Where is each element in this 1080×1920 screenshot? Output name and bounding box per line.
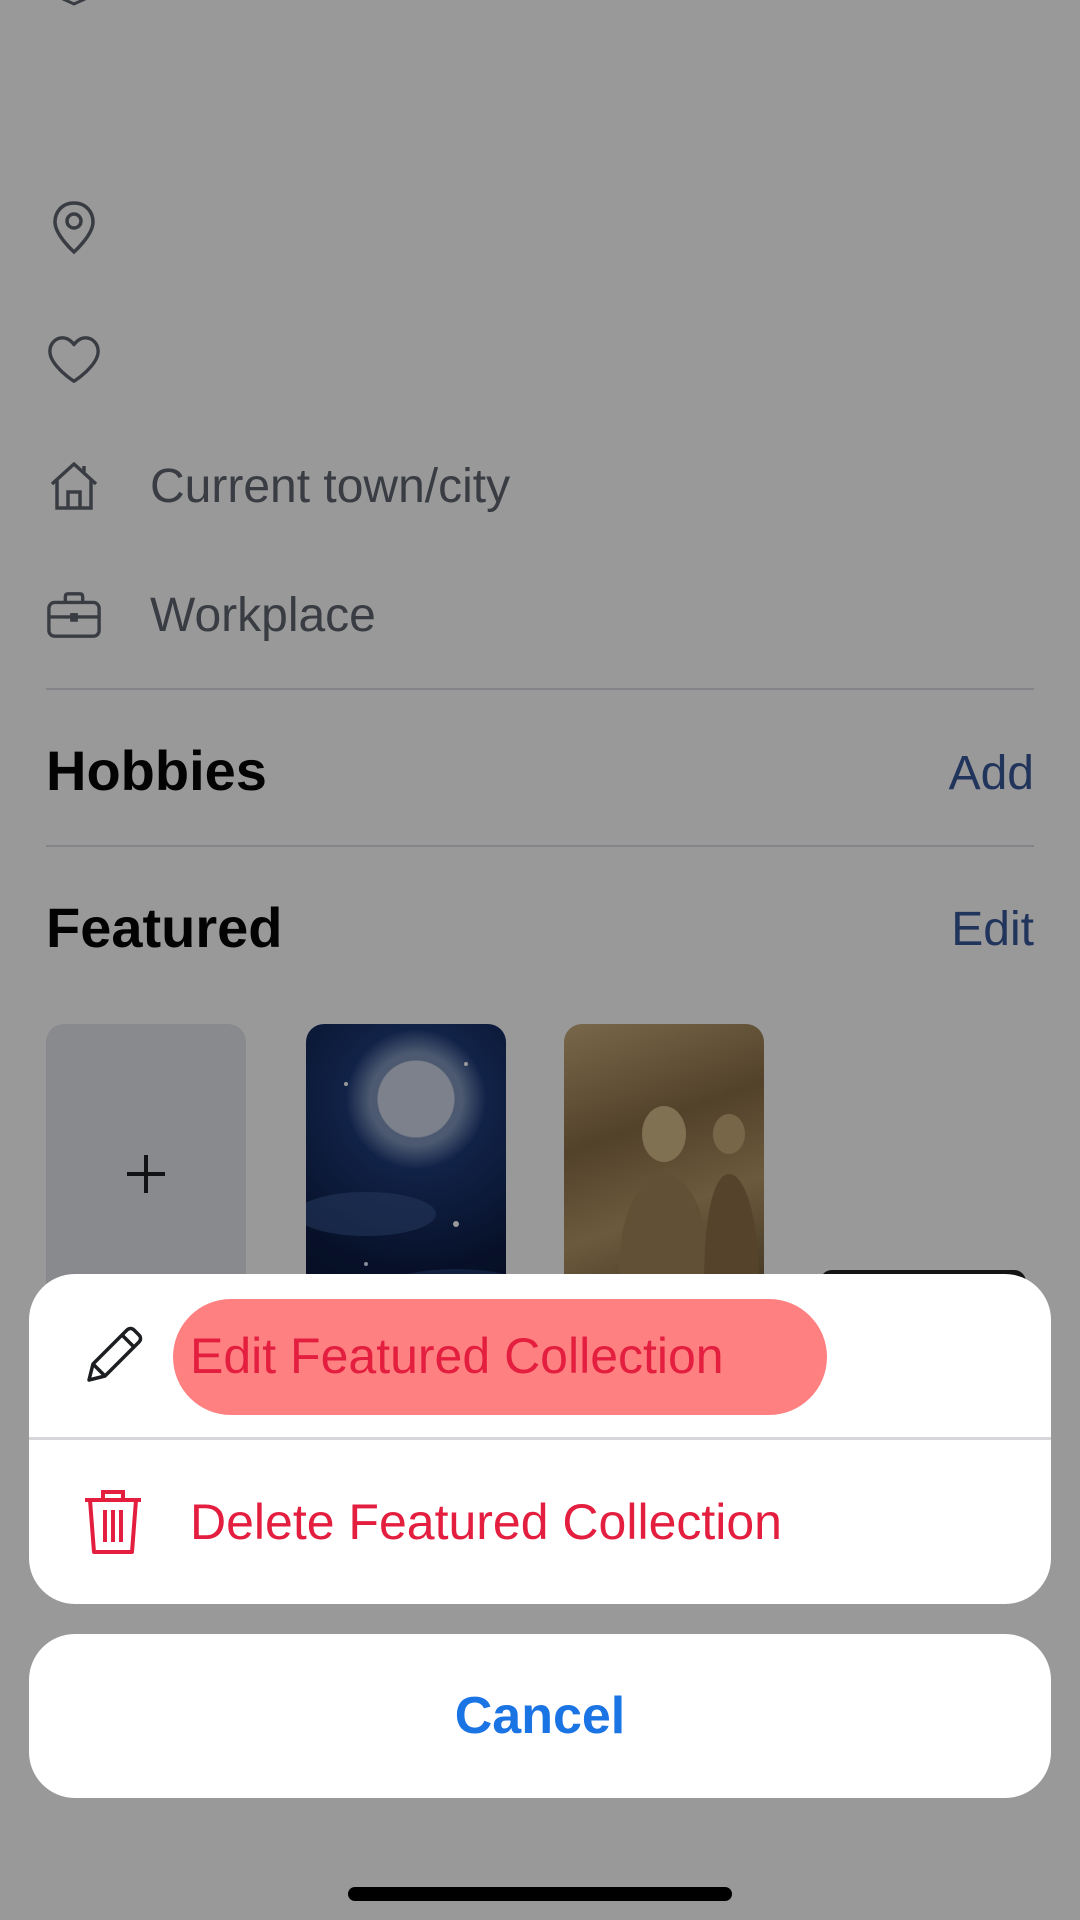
pencil-icon xyxy=(77,1320,149,1392)
delete-featured-collection-label: Delete Featured Collection xyxy=(190,1494,782,1550)
modal-dim-overlay[interactable] xyxy=(0,0,1080,1920)
cancel-label: Cancel xyxy=(454,1687,626,1745)
trash-icon xyxy=(77,1486,149,1558)
home-indicator xyxy=(348,1887,732,1901)
cancel-button[interactable]: Cancel xyxy=(29,1634,1051,1798)
action-sheet: Edit Featured Collection Delete Featured… xyxy=(29,1274,1051,1604)
edit-featured-collection-option[interactable]: Edit Featured Collection xyxy=(29,1274,1051,1438)
edit-featured-collection-label: Edit Featured Collection xyxy=(190,1328,724,1384)
delete-featured-collection-option[interactable]: Delete Featured Collection xyxy=(29,1440,1051,1604)
